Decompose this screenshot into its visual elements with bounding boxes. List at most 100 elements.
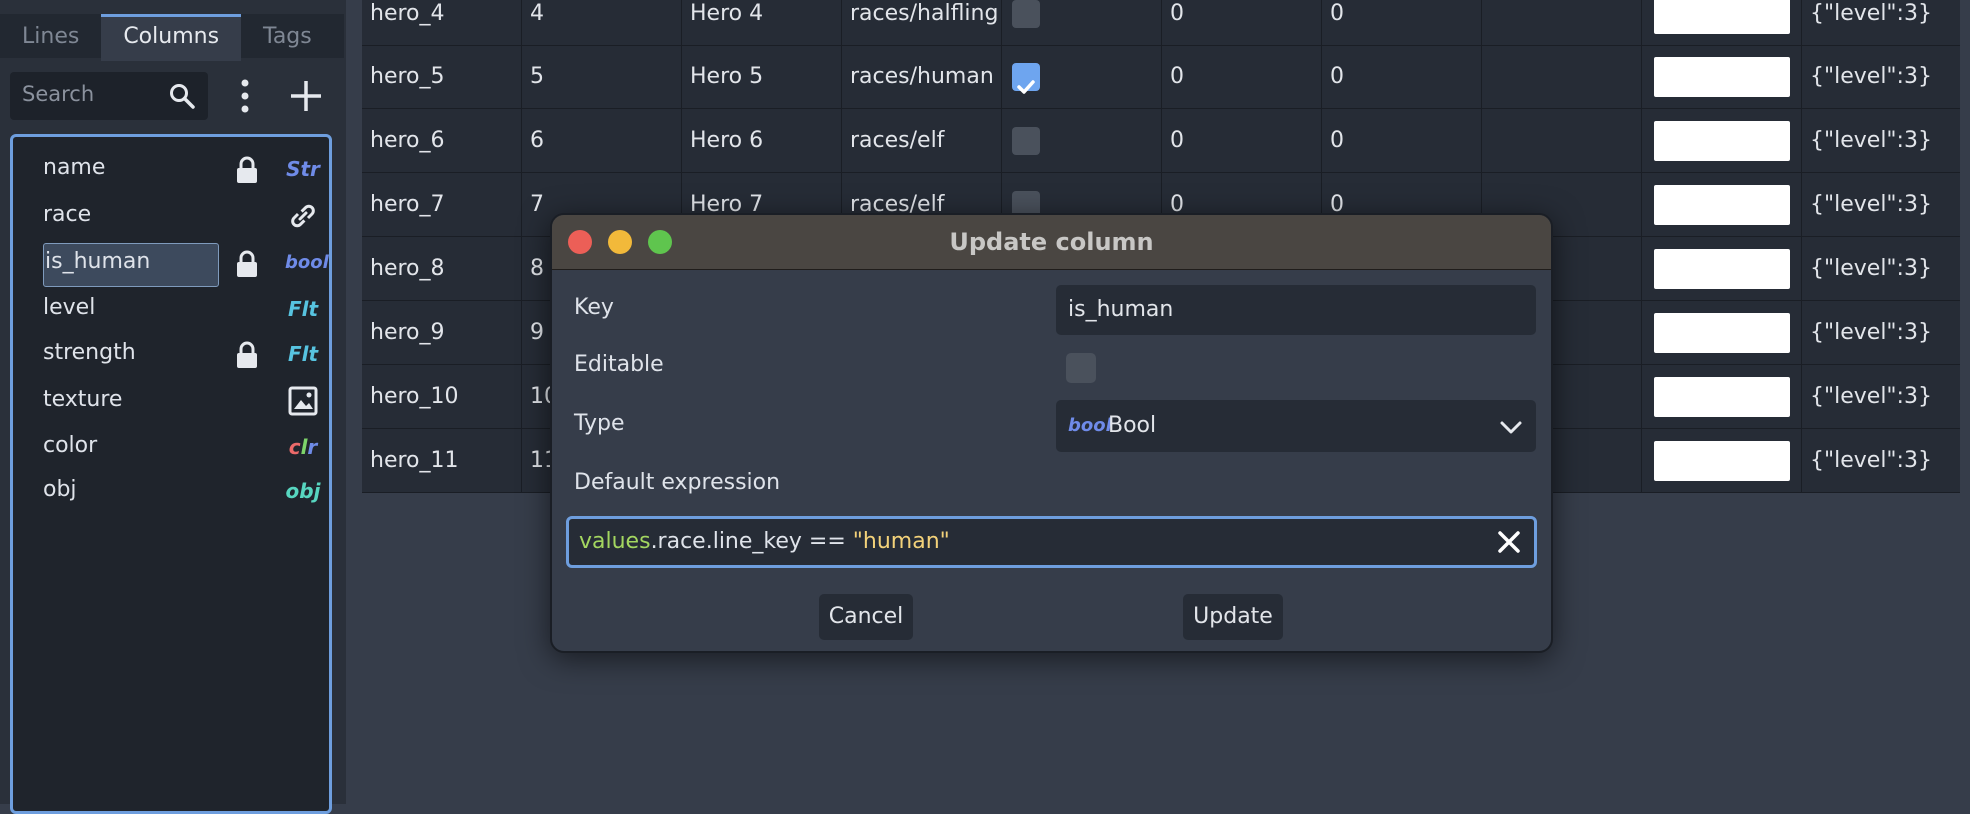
search-icon[interactable] [168, 82, 196, 110]
column-item-is-human[interactable]: is_human bool [13, 241, 329, 287]
cell-id[interactable]: 6 [522, 109, 682, 172]
minimize-window-button[interactable] [608, 230, 632, 254]
column-item-level[interactable]: level Flt [13, 287, 329, 333]
cell-key[interactable]: hero_8 [362, 237, 522, 300]
column-item-race[interactable]: race [13, 194, 329, 240]
cell-level[interactable]: 0 [1162, 45, 1322, 108]
table-row[interactable]: hero_5 5 Hero 5 races/human 0 0 {"level"… [362, 45, 1960, 109]
cell-color [1642, 109, 1802, 172]
clear-icon[interactable] [1496, 529, 1522, 555]
column-item-strength[interactable]: strength Flt [13, 332, 329, 378]
cell-color [1642, 173, 1802, 236]
color-swatch[interactable] [1654, 377, 1790, 417]
cell-key[interactable]: hero_4 [362, 0, 522, 45]
float-type-icon: Flt [287, 297, 319, 321]
cell-race[interactable]: races/elf [842, 109, 1002, 172]
color-swatch[interactable] [1654, 57, 1790, 97]
is-human-checkbox[interactable] [1012, 0, 1040, 28]
update-button[interactable]: Update [1183, 594, 1283, 640]
cell-texture[interactable] [1482, 109, 1642, 172]
columns-panel: Lines Columns Tags Search name Str race … [0, 0, 346, 814]
cell-strength[interactable]: 0 [1322, 0, 1482, 45]
search-input[interactable]: Search [10, 72, 208, 120]
column-label: color [43, 433, 98, 458]
cell-race[interactable]: races/human [842, 45, 1002, 108]
is-human-checkbox[interactable] [1012, 63, 1040, 94]
chevron-down-icon [1500, 421, 1522, 434]
color-type-icon: clr [288, 435, 318, 459]
cell-key[interactable]: hero_10 [362, 365, 522, 428]
cell-obj[interactable]: {"level":3} [1802, 45, 1960, 108]
tab-lines[interactable]: Lines [0, 14, 101, 58]
bool-type-icon: bool [1068, 415, 1112, 436]
float-type-icon: Flt [287, 342, 319, 366]
cell-name[interactable]: Hero 4 [682, 0, 842, 45]
cell-strength[interactable]: 0 [1322, 109, 1482, 172]
default-expression-input[interactable]: values.race.line_key == "human" [566, 516, 1537, 568]
cell-obj[interactable]: {"level":3} [1802, 237, 1960, 300]
str-type-icon: Str [286, 157, 320, 181]
color-swatch[interactable] [1654, 313, 1790, 353]
column-label: obj [43, 477, 77, 502]
cell-color [1642, 45, 1802, 108]
cell-race[interactable]: races/halfling [842, 0, 1002, 45]
cell-name[interactable]: Hero 5 [682, 45, 842, 108]
cell-key[interactable]: hero_11 [362, 429, 522, 492]
tab-columns[interactable]: Columns [101, 14, 242, 61]
cell-color [1642, 301, 1802, 364]
cell-key[interactable]: hero_6 [362, 109, 522, 172]
tab-tags[interactable]: Tags [241, 14, 334, 58]
cell-level[interactable]: 0 [1162, 109, 1322, 172]
cell-id[interactable]: 5 [522, 45, 682, 108]
color-swatch[interactable] [1654, 121, 1790, 161]
cell-texture[interactable] [1482, 0, 1642, 45]
cell-key[interactable]: hero_7 [362, 173, 522, 236]
cell-id[interactable]: 4 [522, 0, 682, 45]
color-swatch[interactable] [1654, 185, 1790, 225]
object-type-icon: obj [285, 479, 321, 503]
table-row[interactable]: hero_6 6 Hero 6 races/elf 0 0 {"level":3… [362, 109, 1960, 173]
lock-icon[interactable] [233, 249, 261, 279]
search-placeholder: Search [22, 82, 95, 106]
cancel-button[interactable]: Cancel [819, 594, 913, 640]
cell-obj[interactable]: {"level":3} [1802, 0, 1960, 45]
column-label: texture [43, 387, 123, 412]
cell-obj[interactable]: {"level":3} [1802, 429, 1960, 492]
table-row[interactable]: hero_4 4 Hero 4 races/halfling 0 0 {"lev… [362, 0, 1960, 46]
maximize-window-button[interactable] [648, 230, 672, 254]
lock-icon[interactable] [233, 340, 261, 370]
cell-obj[interactable]: {"level":3} [1802, 301, 1960, 364]
more-options-icon[interactable] [230, 76, 260, 116]
update-column-dialog: Update column Key is_human Editable Type… [550, 213, 1553, 653]
cell-obj[interactable]: {"level":3} [1802, 365, 1960, 428]
column-label: race [43, 202, 92, 227]
color-swatch[interactable] [1654, 441, 1790, 481]
cell-texture[interactable] [1482, 45, 1642, 108]
column-item-color[interactable]: color clr [13, 425, 329, 471]
cell-key[interactable]: hero_5 [362, 45, 522, 108]
color-swatch[interactable] [1654, 0, 1790, 34]
type-select[interactable]: bool Bool [1056, 400, 1536, 452]
cell-obj[interactable]: {"level":3} [1802, 173, 1960, 236]
lock-icon[interactable] [233, 155, 261, 185]
close-window-button[interactable] [568, 230, 592, 254]
type-label: Type [574, 411, 625, 436]
dialog-titlebar[interactable]: Update column [552, 215, 1551, 270]
cell-key[interactable]: hero_9 [362, 301, 522, 364]
column-item-obj[interactable]: obj obj [13, 469, 329, 515]
add-column-icon[interactable] [286, 76, 326, 116]
cell-level[interactable]: 0 [1162, 0, 1322, 45]
editable-checkbox[interactable] [1066, 353, 1096, 383]
cell-is-human [1002, 0, 1162, 45]
key-input[interactable]: is_human [1056, 285, 1536, 335]
color-swatch[interactable] [1654, 249, 1790, 289]
column-item-name[interactable]: name Str [13, 147, 329, 193]
column-label: name [43, 155, 106, 180]
cell-obj[interactable]: {"level":3} [1802, 109, 1960, 172]
column-list: name Str race is_human bool level Flt st… [10, 134, 332, 814]
is-human-checkbox[interactable] [1012, 127, 1040, 155]
column-item-texture[interactable]: texture [13, 379, 329, 425]
cell-strength[interactable]: 0 [1322, 45, 1482, 108]
cell-is-human [1002, 45, 1162, 108]
cell-name[interactable]: Hero 6 [682, 109, 842, 172]
